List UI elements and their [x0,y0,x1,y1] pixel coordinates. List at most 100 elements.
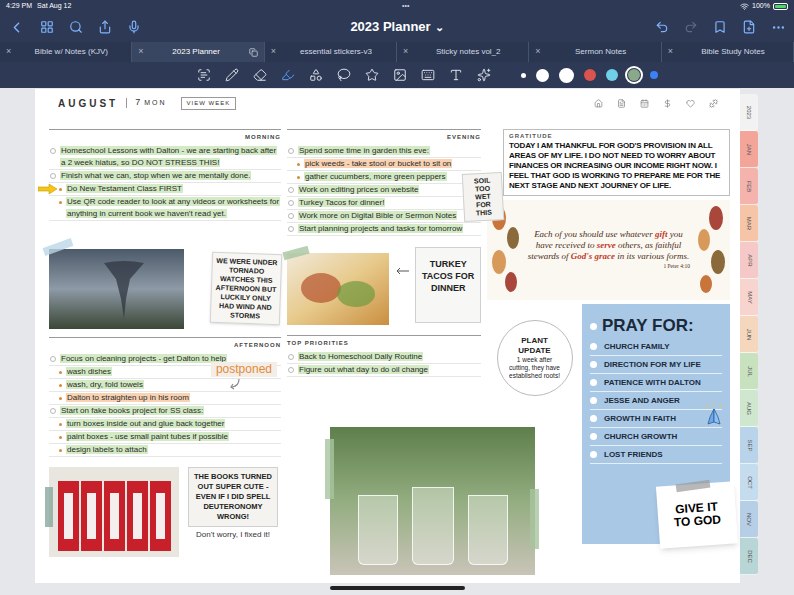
sticker-tool-icon[interactable] [365,68,379,82]
color-swatch[interactable] [606,69,618,81]
color-swatch[interactable] [536,69,549,82]
notes-icon[interactable] [617,99,626,108]
soil-note[interactable]: SOIL TOO WET FOR THIS [462,172,504,222]
color-swatch[interactable] [559,68,574,83]
color-swatch[interactable] [628,69,640,81]
task-circle-icon[interactable] [50,356,56,362]
month-tab[interactable]: JUL [740,353,758,390]
finance-icon[interactable] [663,99,672,108]
highlighter-tool-icon[interactable] [281,68,295,82]
share-icon[interactable] [98,20,112,34]
sub-task[interactable]: pick weeds - take stool or bucket to sit… [287,158,481,171]
mic-icon[interactable] [127,20,141,34]
keyboard-tool-icon[interactable] [421,68,435,82]
month-tab[interactable]: FEB [740,168,758,205]
task[interactable]: Back to Homeschool Daily Routine [287,351,481,364]
tab[interactable]: ×essential stickers-v3 [265,42,397,62]
sub-task[interactable]: wash, dry, fold towels [49,379,281,392]
task[interactable]: Work on editing prices on website [287,184,481,197]
plant-photo[interactable] [330,427,535,575]
sub-task[interactable]: Dalton to straighten up in his room [49,392,281,405]
eraser-tool-icon[interactable] [253,68,267,82]
task-circle-icon[interactable] [288,226,294,232]
task-circle-icon[interactable] [50,148,56,154]
tab[interactable]: ×Sticky notes vol_2 [397,42,529,62]
month-tab[interactable]: MAR [740,205,758,242]
image-tool-icon[interactable] [393,68,407,82]
home-indicator[interactable] [330,586,465,590]
tab-close[interactable]: × [668,45,673,59]
tab[interactable]: ×Bible Study Notes [662,42,794,62]
text-tool-icon[interactable] [449,68,463,82]
sub-task[interactable]: gather cucumbers, more green peppers [287,171,481,184]
lasso-tool-icon[interactable] [337,68,351,82]
health-icon[interactable] [686,99,695,108]
search-icon[interactable] [69,20,83,34]
task[interactable]: Finish what we can, stop when we are men… [49,170,281,183]
task-circle-icon[interactable] [288,200,294,206]
tab-split-icon[interactable] [249,48,258,57]
tab[interactable]: ×Sermon Notes [529,42,661,62]
books-photo[interactable] [49,467,179,557]
month-tab[interactable]: 2023 [740,94,758,131]
task[interactable]: Figure out what day to do oil change [287,364,481,377]
tab-close[interactable]: × [138,45,143,59]
month-tab[interactable]: OCT [740,464,758,501]
books-note[interactable]: THE BOOKS TURNED OUT SUPER CUTE - EVEN I… [188,467,278,527]
fitness-icon[interactable] [709,99,718,108]
add-page-icon[interactable] [742,20,756,34]
sub-task[interactable]: turn boxes inside out and glue back toge… [49,418,281,431]
task[interactable]: Start planning projects and tasks for to… [287,223,481,236]
tab[interactable]: ×Bible w/ Notes (KJV) [0,42,132,62]
task[interactable]: Work more on Digital Bible or Sermon Not… [287,210,481,223]
color-swatch[interactable] [584,69,596,81]
task-circle-icon[interactable] [50,173,56,179]
task[interactable]: Start on fake books project for SS class… [49,405,281,418]
month-tab[interactable]: JUN [740,316,758,353]
color-swatch[interactable] [521,73,526,78]
sub-task[interactable]: Do New Testament Class FIRST [49,183,281,196]
more-icon[interactable] [771,20,786,35]
color-swatch[interactable] [650,71,658,79]
pen-tool-icon[interactable] [225,68,239,82]
give-it-to-god-note[interactable]: GIVE IT TO GOD [656,481,738,548]
shapes-tool-icon[interactable] [309,68,323,82]
task-circle-icon[interactable] [50,408,56,414]
month-tab[interactable]: JAN [740,131,758,168]
laser-tool-icon[interactable] [477,68,491,82]
tab-close[interactable]: × [403,45,408,59]
task-circle-icon[interactable] [288,367,294,373]
tornado-photo[interactable] [49,249,184,329]
month-tab[interactable]: DEC [740,538,758,575]
calendar-icon[interactable] [640,99,649,108]
month-tab[interactable]: MAY [740,279,758,316]
tab-close[interactable]: × [535,45,540,59]
task[interactable]: Turkey Tacos for dinner! [287,197,481,210]
tab-close[interactable]: × [6,45,11,59]
title-chevron[interactable]: ⌄ [435,23,444,31]
redo-icon[interactable] [684,20,698,34]
task-circle-icon[interactable] [288,187,294,193]
pray-card[interactable]: PRAY FOR:CHURCH FAMILYDIRECTION FOR MY L… [582,304,730,544]
task[interactable]: Homeschool Lessons with Dalton - we are … [49,145,281,170]
undo-icon[interactable] [655,20,669,34]
month-tab[interactable]: SEP [740,427,758,464]
task-circle-icon[interactable] [288,148,294,154]
tab-close[interactable]: × [271,45,276,59]
tacos-photo[interactable] [287,253,389,325]
sub-task[interactable]: Use QR code reader to look at any videos… [49,196,281,221]
grid-icon[interactable] [40,20,54,34]
back-icon[interactable] [8,19,25,36]
plant-update-badge[interactable]: PLANT UPDATE1 week after cutting, they h… [497,320,573,396]
task-circle-icon[interactable] [288,213,294,219]
view-week-button[interactable]: VIEW WEEK [181,97,237,110]
task-circle-icon[interactable] [288,354,294,360]
reader-tool-icon[interactable] [197,68,211,82]
bookmark-icon[interactable] [713,20,727,34]
month-tab[interactable]: AUG [740,390,758,427]
tornado-note[interactable]: WE WERE UNDER TORNADO WATCHES THIS AFTER… [210,252,282,325]
month-tab[interactable]: NOV [740,501,758,538]
multitask-dots[interactable]: ••• [402,1,409,12]
home-icon[interactable] [594,99,603,108]
postponed-sticker[interactable]: postponed [211,362,277,377]
